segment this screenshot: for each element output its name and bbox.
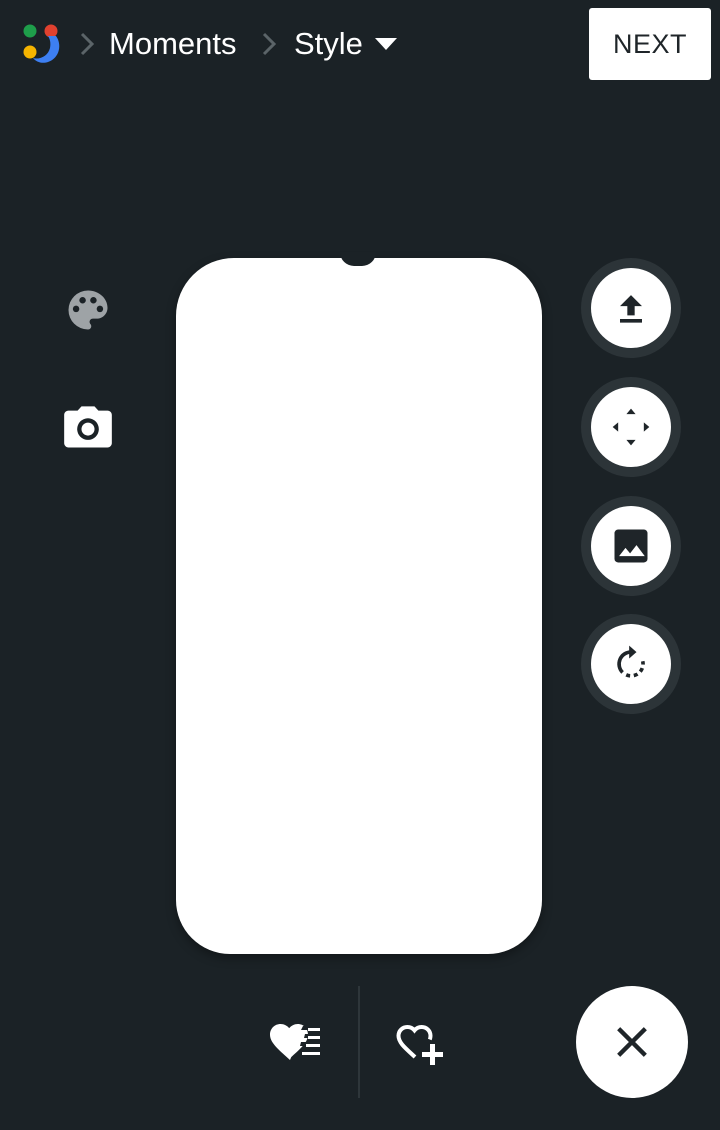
upload-icon	[620, 295, 642, 323]
breadcrumb-moments[interactable]: Moments	[109, 24, 236, 64]
breadcrumb-style-dropdown[interactable]: Style	[294, 24, 397, 64]
upload-button[interactable]	[581, 258, 681, 358]
rotate-button-face	[591, 624, 671, 704]
next-button[interactable]: NEXT	[589, 8, 711, 80]
bottom-divider	[358, 986, 360, 1098]
upload-button-face	[591, 268, 671, 348]
palette-icon[interactable]	[62, 284, 114, 336]
rotate-icon	[617, 645, 645, 678]
move-button[interactable]	[581, 377, 681, 477]
image-button[interactable]	[581, 496, 681, 596]
top-bar: Moments Style NEXT	[0, 0, 720, 88]
close-icon	[617, 1027, 647, 1057]
rotate-button[interactable]	[581, 614, 681, 714]
breadcrumb-style-label: Style	[294, 26, 363, 61]
app-logo-icon[interactable]	[20, 22, 64, 64]
chevron-right-icon	[80, 32, 95, 56]
move-arrows-icon	[612, 408, 650, 446]
move-button-face	[591, 387, 671, 467]
phone-case-preview[interactable]	[176, 252, 542, 954]
favorites-list-icon[interactable]	[270, 1018, 324, 1066]
add-favorite-icon[interactable]	[396, 1018, 450, 1066]
camera-icon[interactable]	[62, 402, 114, 454]
image-icon	[614, 529, 648, 563]
caret-down-icon	[374, 38, 397, 50]
image-button-face	[591, 506, 671, 586]
chevron-right-icon	[262, 32, 277, 56]
case-notch	[340, 252, 376, 266]
close-button[interactable]	[576, 986, 688, 1098]
